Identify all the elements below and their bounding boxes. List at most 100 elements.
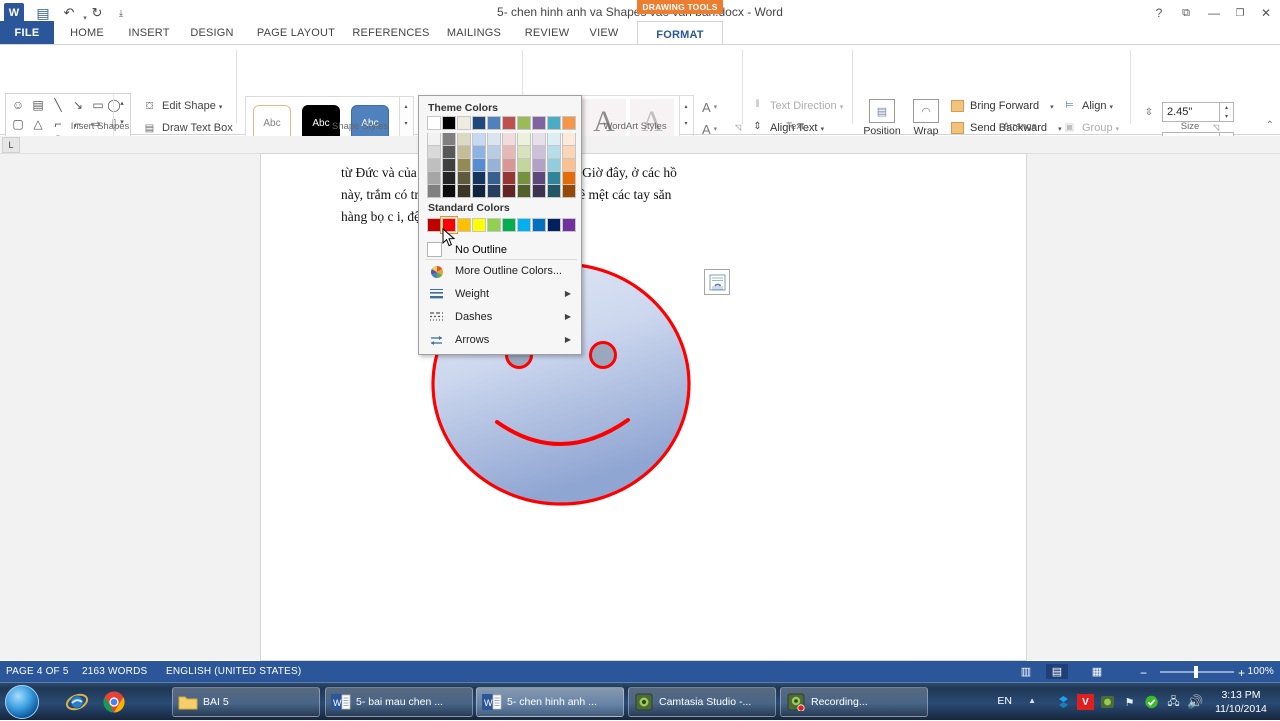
clock[interactable]: 3:13 PM 11/10/2014 [1210,688,1272,716]
theme-color-swatch[interactable] [532,116,546,130]
bring-forward-button[interactable]: Bring Forward ▾ [950,97,1054,115]
antivirus-icon[interactable] [1143,694,1160,710]
theme-color-shade-swatch[interactable] [517,133,531,146]
more-outline-colors-item[interactable]: More Outline Colors... [423,261,579,283]
shape-height-input[interactable]: 2.45" [1162,102,1220,122]
internet-explorer-icon[interactable] [62,688,92,716]
stepper-down-icon[interactable]: ▾ [1220,112,1233,121]
theme-color-shade-swatch[interactable] [427,133,441,146]
standard-color-swatch[interactable] [517,218,531,232]
theme-color-shade-swatch[interactable] [487,172,501,185]
tab-file[interactable]: FILE [0,21,54,45]
theme-color-swatch[interactable] [502,116,516,130]
arrow-line-shape-icon[interactable]: ↘ [68,96,88,113]
read-mode-icon[interactable]: ▥ [1015,664,1037,679]
scroll-up-icon[interactable]: ▴ [680,98,692,114]
theme-color-swatch[interactable] [547,116,561,130]
theme-color-column[interactable] [547,116,561,198]
unikey-icon[interactable]: V [1077,694,1094,710]
theme-color-shade-swatch[interactable] [427,146,441,159]
standard-color-swatch[interactable] [547,218,561,232]
scroll-up-icon[interactable]: ▴ [400,98,412,114]
theme-color-shade-swatch[interactable] [457,185,471,198]
language-indicator[interactable]: ENGLISH (UNITED STATES) [166,666,301,677]
theme-color-shade-swatch[interactable] [502,133,516,146]
smiley-shape-icon[interactable]: ☺ [8,96,28,113]
tab-view[interactable]: VIEW [582,21,626,45]
standard-color-swatch[interactable] [427,218,441,232]
theme-color-swatch[interactable] [487,116,501,130]
taskbar-item-word-2[interactable]: W 5- chen hinh anh ... [476,687,624,717]
zoom-level[interactable]: 100% [1248,666,1274,677]
theme-color-shade-swatch[interactable] [457,159,471,172]
edit-shape-button[interactable]: ⛋ Edit Shape ▾ [162,100,222,112]
wordart-dialog-launcher[interactable]: ◹ [735,123,741,132]
taskbar-item-word-1[interactable]: W 5- bai mau chen ... [325,687,473,717]
standard-color-swatch[interactable] [562,218,576,232]
theme-color-shade-swatch[interactable] [487,185,501,198]
language-indicator[interactable]: EN [997,695,1012,707]
tab-mailings[interactable]: MAILINGS [436,21,512,45]
theme-color-column[interactable] [442,116,456,198]
standard-color-swatch[interactable] [457,218,471,232]
taskbar-item-recording[interactable]: Recording... [780,687,928,717]
theme-color-shade-swatch[interactable] [562,133,576,146]
collapse-ribbon-icon[interactable]: ⌃ [1266,120,1274,131]
dropbox-icon[interactable] [1055,694,1072,710]
size-dialog-launcher[interactable]: ◹ [1213,123,1219,132]
theme-color-shade-swatch[interactable] [427,172,441,185]
theme-color-column[interactable] [502,116,516,198]
zoom-slider-thumb[interactable] [1194,666,1198,678]
theme-color-shade-swatch[interactable] [427,185,441,198]
theme-color-column[interactable] [517,116,531,198]
scroll-up-icon[interactable]: ▴ [114,94,130,112]
word-count[interactable]: 2163 WORDS [82,666,147,677]
theme-color-shade-swatch[interactable] [547,159,561,172]
theme-color-shade-swatch[interactable] [442,159,456,172]
theme-color-shade-swatch[interactable] [502,159,516,172]
theme-color-shade-swatch[interactable] [472,172,486,185]
theme-color-shade-swatch[interactable] [532,185,546,198]
rounded-rectangle-shape-icon[interactable]: ▢ [8,115,28,132]
align-button[interactable]: ⊨ Align ▾ [1062,97,1113,115]
close-button[interactable]: ✕ [1255,3,1277,23]
theme-color-shade-swatch[interactable] [547,133,561,146]
horizontal-ruler[interactable]: 1 2 3 4 5 6 7 ⧖ △ [0,136,1280,154]
theme-color-shade-swatch[interactable] [532,133,546,146]
arrows-item[interactable]: Arrows ▶ [423,330,579,352]
ribbon-display-options-button[interactable]: ⧉ [1175,3,1197,23]
theme-color-shade-swatch[interactable] [487,146,501,159]
tab-references[interactable]: REFERENCES [348,21,434,45]
theme-color-shade-swatch[interactable] [532,146,546,159]
shape-height-stepper[interactable]: ▴ ▾ [1220,102,1234,122]
stepper-up-icon[interactable]: ▴ [1220,103,1233,112]
theme-color-shade-swatch[interactable] [502,185,516,198]
theme-color-shade-swatch[interactable] [517,185,531,198]
theme-color-swatch[interactable] [562,116,576,130]
theme-color-swatch[interactable] [442,116,456,130]
tab-review[interactable]: REVIEW [516,21,578,45]
standard-color-swatch[interactable] [472,218,486,232]
page-indicator[interactable]: PAGE 4 OF 5 [6,666,69,677]
tab-stop-selector[interactable]: L [2,137,20,153]
theme-color-shade-swatch[interactable] [472,185,486,198]
weight-item[interactable]: Weight ▶ [423,284,579,306]
theme-color-shade-swatch[interactable] [517,146,531,159]
theme-color-column[interactable] [472,116,486,198]
theme-color-shade-swatch[interactable] [442,133,456,146]
tab-home[interactable]: HOME [60,21,114,45]
theme-color-shade-swatch[interactable] [427,159,441,172]
theme-color-shade-swatch[interactable] [472,133,486,146]
theme-color-shade-swatch[interactable] [457,146,471,159]
google-chrome-icon[interactable] [99,688,129,716]
zoom-in-button[interactable]: + [1238,666,1245,680]
document-page[interactable]: từ Đức và của mình, với mục đích... diệt… [261,154,1026,660]
line-shape-icon[interactable]: ╲ [48,96,68,113]
theme-color-column[interactable] [532,116,546,198]
theme-color-shade-swatch[interactable] [547,172,561,185]
tab-insert[interactable]: INSERT [120,21,178,45]
help-button[interactable]: ? [1148,3,1170,23]
tab-page-layout[interactable]: PAGE LAYOUT [246,21,346,45]
web-layout-icon[interactable]: ▦ [1086,664,1108,679]
theme-color-shade-swatch[interactable] [517,159,531,172]
